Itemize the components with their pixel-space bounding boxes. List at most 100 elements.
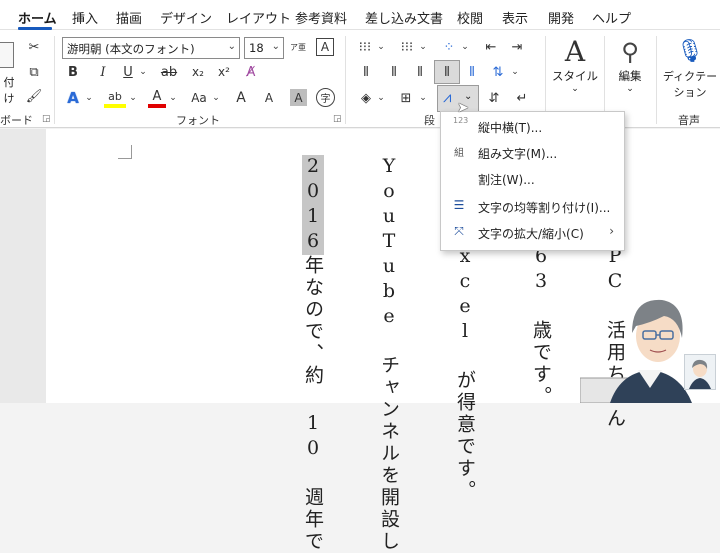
shrink-font-button[interactable]: A <box>260 88 278 108</box>
font-name-combo[interactable]: 游明朝 (本文のフォント) ⌄ <box>62 37 240 59</box>
sort-icon[interactable]: ⇵ <box>484 88 504 108</box>
tab-layout[interactable]: レイアウト <box>226 8 291 27</box>
styles-icon: A <box>564 35 586 68</box>
editing-label: 編集 <box>618 69 642 83</box>
tab-help[interactable]: ヘルプ <box>592 8 631 27</box>
tab-design[interactable]: デザイン <box>160 8 212 27</box>
chevron-down-icon[interactable]: ⌄ <box>376 90 386 106</box>
change-case-button[interactable]: Aa <box>188 88 210 108</box>
justify-icon[interactable]: ⦀ <box>434 60 460 84</box>
dictate-label-2: ション <box>673 86 707 99</box>
cut-icon[interactable]: ✂ <box>25 38 43 56</box>
font-size-value: 18 <box>249 41 264 55</box>
doc-text: 年なので、約 10 週年で <box>302 255 324 553</box>
tab-view[interactable]: 表示 <box>502 8 528 27</box>
subscript-button[interactable]: x₂ <box>188 63 208 81</box>
menu-item-label: 文字の拡大/縮小(C) <box>478 227 584 241</box>
asian-layout-menu: 123 縦中横(T)... 組 組み文字(M)... 割注(W)... ☰ 文字… <box>440 111 625 251</box>
multilevel-list-icon[interactable]: ⁘ <box>438 38 460 56</box>
styles-label: スタイル <box>552 69 598 83</box>
chevron-down-icon[interactable]: ⌄ <box>211 90 221 106</box>
show-marks-icon[interactable]: ↵ <box>512 88 532 108</box>
font-group-label: フォント <box>176 114 220 127</box>
menu-item-label: 組み文字(M)... <box>478 147 558 161</box>
text-effects-button[interactable]: A <box>64 88 82 108</box>
separator <box>54 36 55 124</box>
font-launcher-icon[interactable]: ◲ <box>333 114 342 124</box>
format-painter-icon[interactable]: 🖌 <box>25 87 43 105</box>
chevron-down-icon[interactable]: ⌄ <box>168 90 178 106</box>
chevron-down-icon: ⌄ <box>571 84 579 94</box>
font-size-combo[interactable]: 18 ⌄ <box>244 37 284 59</box>
menu-item-scale[interactable]: ⤧ 文字の拡大/縮小(C) › <box>441 220 624 246</box>
highlight-button[interactable]: ab <box>104 88 126 108</box>
underline-button[interactable]: U <box>119 63 137 81</box>
enclose-characters-button[interactable]: 字 <box>316 88 335 107</box>
clear-formatting-icon[interactable]: A̸ <box>242 63 260 81</box>
chevron-down-icon[interactable]: ⌄ <box>418 38 428 56</box>
tab-draw[interactable]: 描画 <box>116 8 142 27</box>
mouse-cursor-icon: ➤ <box>457 100 469 116</box>
tab-review[interactable]: 校閲 <box>457 8 483 27</box>
clipboard-launcher-icon[interactable]: ◲ <box>42 114 51 124</box>
copy-icon[interactable]: ⧉ <box>25 63 43 81</box>
align-middle-icon[interactable]: ⦀ <box>384 63 404 81</box>
tab-home[interactable]: ホーム <box>18 8 57 27</box>
menu-item-warichu[interactable]: 割注(W)... <box>441 166 624 192</box>
menu-item-distribute[interactable]: ☰ 文字の均等割り付け(I)... <box>441 194 624 220</box>
underline-dropdown-icon[interactable]: ⌄ <box>138 63 148 81</box>
menu-item-label: 文字の均等割り付け(I)... <box>478 201 611 215</box>
tab-mailings[interactable]: 差し込み文書 <box>365 8 443 27</box>
decrease-indent-icon[interactable]: ⇤ <box>482 38 500 56</box>
line-spacing-icon[interactable]: ⇅ <box>488 63 508 81</box>
menu-item-label: 縦中横(T)... <box>478 121 543 135</box>
character-shading-button[interactable]: A <box>290 89 307 106</box>
dictate-button[interactable]: 🎙 ディクテー ション <box>662 36 718 100</box>
borders-icon[interactable]: ⊞ <box>396 88 416 108</box>
phonetic-guide-icon[interactable]: ア亜 <box>290 34 306 60</box>
menu-item-label: 割注(W)... <box>478 173 535 187</box>
kumimoji-icon: 組 <box>454 148 464 159</box>
italic-button[interactable]: I <box>94 63 112 81</box>
doc-column-3: xcel が得意です。 <box>454 245 476 502</box>
doc-column-4: 63 歳です。 <box>530 245 552 408</box>
avatar-thumb-icon <box>689 359 711 389</box>
chevron-down-icon[interactable]: ⌄ <box>376 38 386 56</box>
chevron-down-icon[interactable]: ⌄ <box>418 90 428 106</box>
microphone-icon: 🎙 <box>676 39 704 64</box>
chevron-down-icon: ⌄ <box>227 41 236 52</box>
editing-button[interactable]: ⚲ 編集 ⌄ <box>610 36 650 94</box>
menu-item-kumimoji[interactable]: 組 組み文字(M)... <box>441 140 624 166</box>
chevron-down-icon[interactable]: ⌄ <box>84 90 94 106</box>
paragraph-group-label: 段 <box>424 114 435 127</box>
superscript-button[interactable]: x² <box>214 63 234 81</box>
bold-button[interactable]: B <box>64 63 82 81</box>
menu-item-tate-chu-yoko[interactable]: 縦中横(T)... <box>441 114 624 140</box>
search-icon: ⚲ <box>621 38 639 66</box>
align-top-icon[interactable]: ⦀ <box>356 63 376 81</box>
character-border-icon[interactable]: A <box>316 38 334 56</box>
tab-developer[interactable]: 開発 <box>548 8 574 27</box>
distribute-icon[interactable]: ⦀ <box>462 63 482 81</box>
dictate-label-1: ディクテー <box>662 70 718 83</box>
increase-indent-icon[interactable]: ⇥ <box>508 38 526 56</box>
ribbon-tab-bar: ホーム 挿入 描画 デザイン レイアウト 参考資料 差し込み文書 校閲 表示 開… <box>0 0 720 30</box>
distribute-icon: ☰ <box>453 198 465 212</box>
grow-font-button[interactable]: A <box>232 88 250 108</box>
chevron-down-icon[interactable]: ⌄ <box>510 63 520 81</box>
font-color-button[interactable]: A <box>148 88 166 108</box>
chevron-down-icon[interactable]: ⌄ <box>460 38 470 56</box>
chevron-down-icon: ⌄ <box>271 41 280 52</box>
tab-references[interactable]: 参考資料 <box>295 8 347 27</box>
numbering-icon[interactable]: ⁝⁝⁝ <box>396 38 418 56</box>
strikethrough-button[interactable]: ab <box>158 63 180 81</box>
shading-icon[interactable]: ◈ <box>356 88 376 108</box>
separator <box>345 36 346 124</box>
chevron-down-icon[interactable]: ⌄ <box>128 90 138 106</box>
styles-button[interactable]: A スタイル ⌄ <box>552 35 598 95</box>
align-bottom-icon[interactable]: ⦀ <box>410 63 430 81</box>
paste-icon[interactable] <box>0 42 14 68</box>
doc-column-2: YouTube チャンネルを開設し <box>378 155 400 553</box>
tab-insert[interactable]: 挿入 <box>72 8 98 27</box>
bullets-icon[interactable]: ⁝⁝⁝ <box>354 38 376 56</box>
